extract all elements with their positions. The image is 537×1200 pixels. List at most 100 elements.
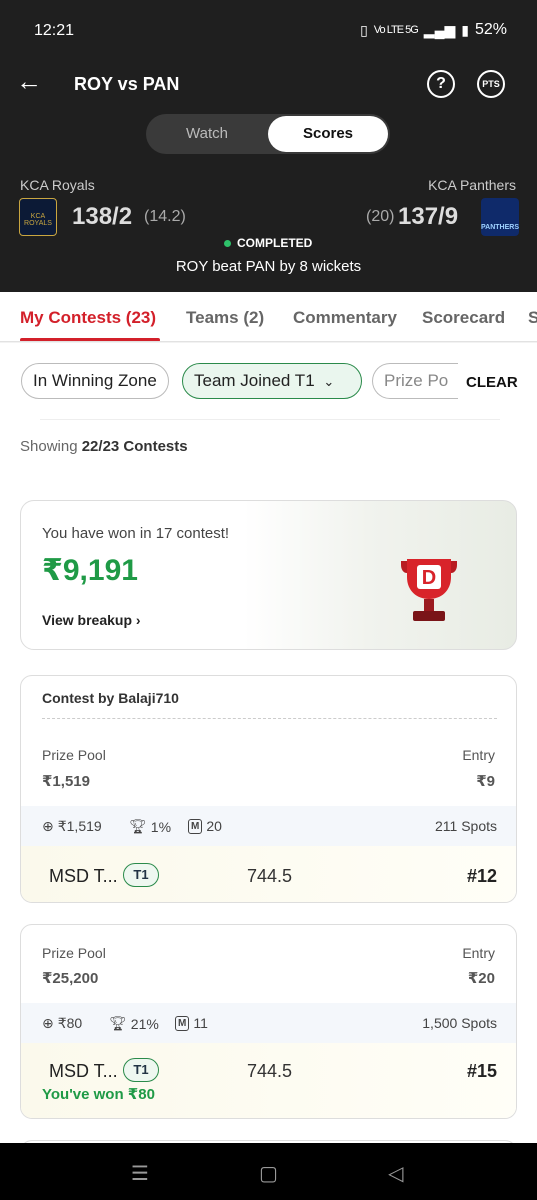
chevron-down-icon: ⌄ [323,374,335,389]
vibrate-icon: ▯ [360,21,368,38]
tab-commentary[interactable]: Commentary [293,308,397,328]
team-points: 744.5 [247,1061,293,1081]
match-result: ROY beat PAN by 8 wickets [175,258,362,275]
team-badge: T1 [123,1058,159,1082]
entry-label: Entry [462,747,495,763]
status-label: COMPLETED [237,236,313,250]
team-points: 744.5 [247,866,293,886]
showing-count-value: 22/23 Contests [81,438,188,455]
match-status: COMPLETED [224,236,312,250]
team-right-overs: (20) [366,208,395,225]
first-prize-icon: ⊕ [42,1015,54,1031]
first-prize-value: ₹1,519 [57,818,102,834]
team-right-score: 137/9 [398,203,459,230]
status-time: 12:21 [34,22,75,39]
joined-team-row[interactable]: MSD T... T1 744.5 #15 You've won ₹80 [21,1043,516,1118]
filter-prize-pool[interactable]: Prize Po [372,363,458,399]
divider [42,718,497,719]
match-header: 12:21 ▯ Vo LTE 5G ▂▄▆ ▮ 52% ← ROY vs PAN… [0,0,537,292]
watch-scores-toggle: Watch Scores [146,114,390,154]
max-teams: M 20 [188,818,222,834]
battery-icon: ▮ [461,21,469,38]
contest-info-row: ⊕ ₹80 🏆︎ 21% M 11 1,500 Spots [21,1003,516,1043]
team-name: MSD T... [49,866,118,886]
active-tab-indicator [20,338,160,341]
toggle-scores[interactable]: Scores [268,116,388,152]
points-system-icon[interactable]: PTS [477,70,505,98]
view-breakup-label: View breakup [42,612,133,628]
contest-list-panel: In Winning Zone Team Joined T1 ⌄ Prize P… [0,343,537,1180]
max-teams-value: 11 [193,1015,208,1031]
filter-winning-zone[interactable]: In Winning Zone [21,363,169,399]
trophy-small-icon: 🏆︎ [129,818,147,834]
home-icon[interactable]: ▢ [259,1161,278,1186]
team-right-name: KCA Panthers [428,177,516,193]
first-prize-icon: ⊕ [42,818,54,834]
prize-pool-label: Prize Pool [42,945,106,961]
showing-prefix: Showing [20,438,82,455]
tab-bar: My Contests (23) Teams (2) Commentary Sc… [0,292,537,342]
divider [40,419,500,420]
trophy-icon: D [401,559,457,621]
winners-percent-value: 21% [130,1015,159,1032]
won-contests-text: You have won in 17 contest! [42,525,230,542]
trophy-small-icon: 🏆︎ [109,1015,127,1031]
status-bar: 12:21 ▯ Vo LTE 5G ▂▄▆ ▮ 52% [0,0,537,62]
team-badge: T1 [123,863,159,887]
tab-my-contests[interactable]: My Contests (23) [20,308,156,328]
kca-panthers-logo: PANTHERS [481,198,519,236]
help-icon[interactable]: ? [427,70,455,98]
toggle-watch[interactable]: Watch [146,114,268,154]
entry-label: Entry [462,945,495,961]
contest-card[interactable]: Prize Pool Entry ₹25,200 ₹20 ⊕ ₹80 🏆︎ 21… [20,924,517,1119]
tab-teams[interactable]: Teams (2) [186,308,264,328]
team-left-score: 138/2 [72,203,133,230]
back-nav-icon[interactable]: ◁ [388,1161,403,1186]
filter-team-joined[interactable]: Team Joined T1 ⌄ [182,363,362,399]
back-arrow-icon[interactable]: ← [14,66,44,96]
max-teams-value: 20 [206,818,222,834]
first-prize: ⊕ ₹1,519 [42,818,102,835]
winners-percent-value: 1% [150,818,172,835]
contest-info-row: ⊕ ₹1,519 🏆︎ 1% M 20 211 Spots [21,806,516,846]
svg-text:D: D [422,567,436,589]
team-left-name: KCA Royals [20,177,95,193]
status-icons: ▯ Vo LTE 5G ▂▄▆ ▮ 52% [360,21,507,39]
signal-icon: ▂▄▆ [423,21,456,38]
entry-value: ₹20 [467,970,495,987]
max-teams: M 11 [175,1015,208,1031]
chevron-right-icon: › [135,612,141,628]
prize-pool-value: ₹25,200 [42,970,99,987]
status-dot-icon [224,239,231,247]
view-breakup-link[interactable]: View breakup › [42,612,141,628]
clear-filters-button[interactable]: CLEAR [466,374,518,391]
system-nav-bar: ☰ ▢ ◁ [0,1143,537,1200]
winnings-summary-card[interactable]: You have won in 17 contest! ₹9,191 View … [20,500,517,650]
joined-team-row[interactable]: MSD T... T1 744.5 #12 [21,846,516,902]
team-left-overs: (14.2) [144,208,186,225]
battery-percent: 52% [474,21,507,38]
contest-card[interactable]: Contest by Balaji710 Prize Pool Entry ₹1… [20,675,517,903]
entry-value: ₹9 [476,773,495,790]
team-rank: #15 [466,1061,497,1081]
spots-count: 1,500 Spots [422,1015,497,1031]
tab-scorecard[interactable]: Scorecard [422,308,505,328]
multi-entry-icon: M [188,818,203,834]
first-prize-value: ₹80 [57,1015,83,1031]
kca-royals-logo: KCA ROYALS [19,198,57,236]
team-rank: #12 [466,866,497,886]
team-name: MSD T... [49,1061,118,1081]
won-amount: ₹9,191 [42,554,138,587]
winners-percent: 🏆︎ 1% [129,818,171,835]
spots-count: 211 Spots [434,818,497,834]
showing-count: Showing 22/23 Contests [20,438,188,455]
tab-overflow[interactable]: S [528,308,537,328]
multi-entry-icon: M [175,1015,190,1031]
recents-icon[interactable]: ☰ [131,1161,149,1186]
page-title: ROY vs PAN [74,74,180,94]
title-bar: ← ROY vs PAN ? PTS [0,62,537,106]
network-label: Vo LTE 5G [373,24,419,36]
winners-percent: 🏆︎ 21% [109,1015,159,1032]
contest-creator: Contest by Balaji710 [42,690,179,706]
won-amount-note: You've won ₹80 [42,1086,155,1103]
